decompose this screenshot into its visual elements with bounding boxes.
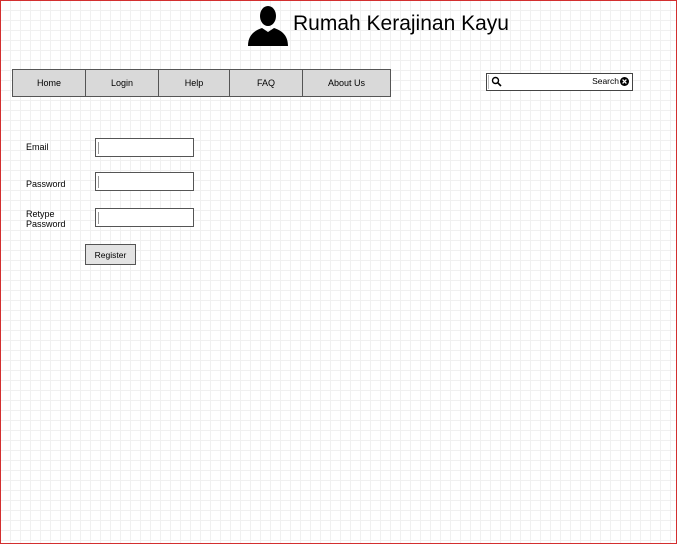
text-caret (488, 75, 489, 89)
nav-help[interactable]: Help (159, 70, 230, 96)
user-silhouette-icon (248, 6, 288, 46)
main-nav: Home Login Help FAQ About Us (12, 69, 391, 97)
site-title: Rumah Kerajinan Kayu (293, 12, 509, 35)
email-field[interactable] (95, 138, 194, 157)
nav-faq[interactable]: FAQ (230, 70, 303, 96)
password-label: Password (26, 179, 66, 189)
search-icon (491, 76, 502, 87)
email-label: Email (26, 142, 49, 152)
retype-password-label: Retype Password (26, 209, 66, 229)
search-box[interactable]: Search (486, 73, 633, 91)
nav-about-us[interactable]: About Us (303, 70, 390, 96)
retype-label-line1: Retype (26, 209, 55, 219)
search-label: Search (592, 76, 619, 86)
nav-home[interactable]: Home (13, 70, 86, 96)
password-field[interactable] (95, 172, 194, 191)
register-button[interactable]: Register (85, 244, 136, 265)
retype-password-field[interactable] (95, 208, 194, 227)
nav-login[interactable]: Login (86, 70, 159, 96)
close-icon[interactable] (620, 77, 629, 86)
retype-label-line2: Password (26, 219, 66, 229)
